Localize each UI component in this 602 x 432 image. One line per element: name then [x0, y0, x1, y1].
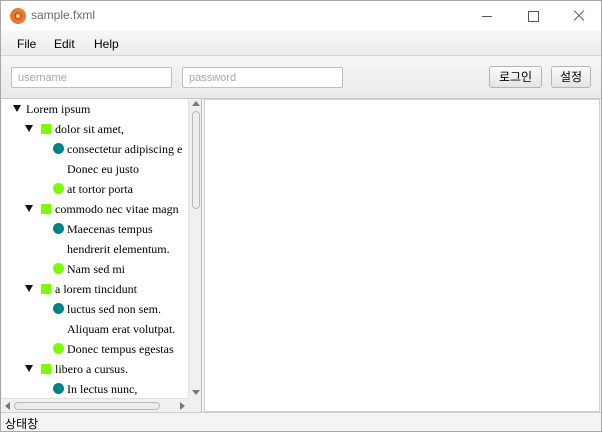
app-logo-icon: [10, 8, 26, 24]
tree-item[interactable]: In lectus nunc,: [2, 379, 188, 399]
password-input[interactable]: [182, 67, 343, 88]
window-title: sample.fxml: [31, 8, 96, 22]
teal-circle-icon: [53, 223, 64, 234]
scroll-right-icon[interactable]: [180, 402, 185, 410]
expand-arrow-icon[interactable]: [25, 125, 33, 132]
app-window: sample.fxml File Edit Help 로그인 설정 Lorem …: [0, 0, 602, 432]
vertical-scroll-thumb[interactable]: [192, 111, 200, 209]
horizontal-scroll-thumb[interactable]: [14, 402, 160, 410]
login-button[interactable]: 로그인: [489, 66, 542, 88]
scroll-down-icon[interactable]: [192, 390, 200, 395]
tree-item-label: In lectus nunc,: [67, 382, 138, 396]
expand-arrow-icon[interactable]: [25, 365, 33, 372]
expand-arrow-icon[interactable]: [13, 105, 21, 112]
teal-circle-icon: [53, 143, 64, 154]
scroll-up-icon[interactable]: [192, 101, 200, 106]
tree-item[interactable]: Aliquam erat volutpat.: [2, 319, 188, 339]
folder-square-icon: [41, 204, 51, 214]
folder-square-icon: [41, 284, 51, 294]
green-circle-icon: [53, 263, 64, 274]
tree-view[interactable]: Lorem ipsum dolor sit amet, consectetur ad…: [2, 99, 202, 412]
tree-item[interactable]: at tortor porta: [2, 179, 188, 199]
teal-circle-icon: [53, 383, 64, 394]
tree-item-label: Lorem ipsum: [26, 102, 91, 116]
tree-item[interactable]: consectetur adipiscing e: [2, 139, 188, 159]
tree-item[interactable]: Maecenas tempus: [2, 219, 188, 239]
tree-item[interactable]: libero a cursus.: [2, 359, 188, 379]
tree-item-label: Nam sed mi: [67, 262, 125, 276]
tree-item[interactable]: Donec tempus egestas: [2, 339, 188, 359]
tree-item[interactable]: commodo nec vitae magn: [2, 199, 188, 219]
folder-square-icon: [41, 124, 51, 134]
tree-item[interactable]: luctus sed non sem.: [2, 299, 188, 319]
folder-square-icon: [41, 364, 51, 374]
vertical-scrollbar[interactable]: [188, 99, 201, 398]
maximize-icon[interactable]: [510, 1, 556, 31]
tree-item-label: Donec tempus egestas: [67, 342, 174, 356]
menu-bar: File Edit Help: [1, 31, 601, 56]
tree-item-label: at tortor porta: [67, 182, 133, 196]
teal-circle-icon: [53, 303, 64, 314]
tree-item[interactable]: dolor sit amet,: [2, 119, 188, 139]
tree-item-label: Donec eu justo: [67, 162, 139, 176]
tree-item[interactable]: Lorem ipsum: [2, 99, 188, 119]
scroll-corner: [188, 398, 201, 412]
toolbar: 로그인 설정: [1, 57, 601, 99]
tree-item-label: Aliquam erat volutpat.: [67, 322, 176, 336]
tree-item-label: a lorem tincidunt: [55, 282, 137, 296]
tree-item-label: consectetur adipiscing e: [67, 142, 183, 156]
status-bar: 상태창: [1, 412, 601, 431]
minimize-icon[interactable]: [464, 1, 510, 31]
title-bar[interactable]: sample.fxml: [1, 1, 601, 31]
expand-arrow-icon[interactable]: [25, 205, 33, 212]
content-pane[interactable]: [204, 99, 600, 412]
tree-item-label: hendrerit elementum.: [67, 242, 170, 256]
tree-item-label: luctus sed non sem.: [67, 302, 161, 316]
tree-item[interactable]: hendrerit elementum.: [2, 239, 188, 259]
expand-arrow-icon[interactable]: [25, 285, 33, 292]
tree-item-label: Maecenas tempus: [67, 222, 153, 236]
horizontal-scrollbar[interactable]: [2, 398, 188, 412]
green-circle-icon: [53, 343, 64, 354]
close-icon[interactable]: [556, 1, 601, 31]
tree-item[interactable]: Donec eu justo: [2, 159, 188, 179]
tree-item[interactable]: a lorem tincidunt: [2, 279, 188, 299]
green-circle-icon: [53, 183, 64, 194]
username-input[interactable]: [11, 67, 172, 88]
menu-help[interactable]: Help: [94, 37, 119, 51]
menu-file[interactable]: File: [17, 37, 36, 51]
menu-edit[interactable]: Edit: [54, 37, 75, 51]
tree-item[interactable]: Nam sed mi: [2, 259, 188, 279]
tree-item-label: dolor sit amet,: [55, 122, 124, 136]
status-text: 상태창: [5, 417, 39, 431]
settings-button[interactable]: 설정: [551, 66, 591, 88]
tree-item-label: commodo nec vitae magn: [55, 202, 179, 216]
tree-item-label: libero a cursus.: [55, 362, 128, 376]
scroll-left-icon[interactable]: [5, 402, 10, 410]
